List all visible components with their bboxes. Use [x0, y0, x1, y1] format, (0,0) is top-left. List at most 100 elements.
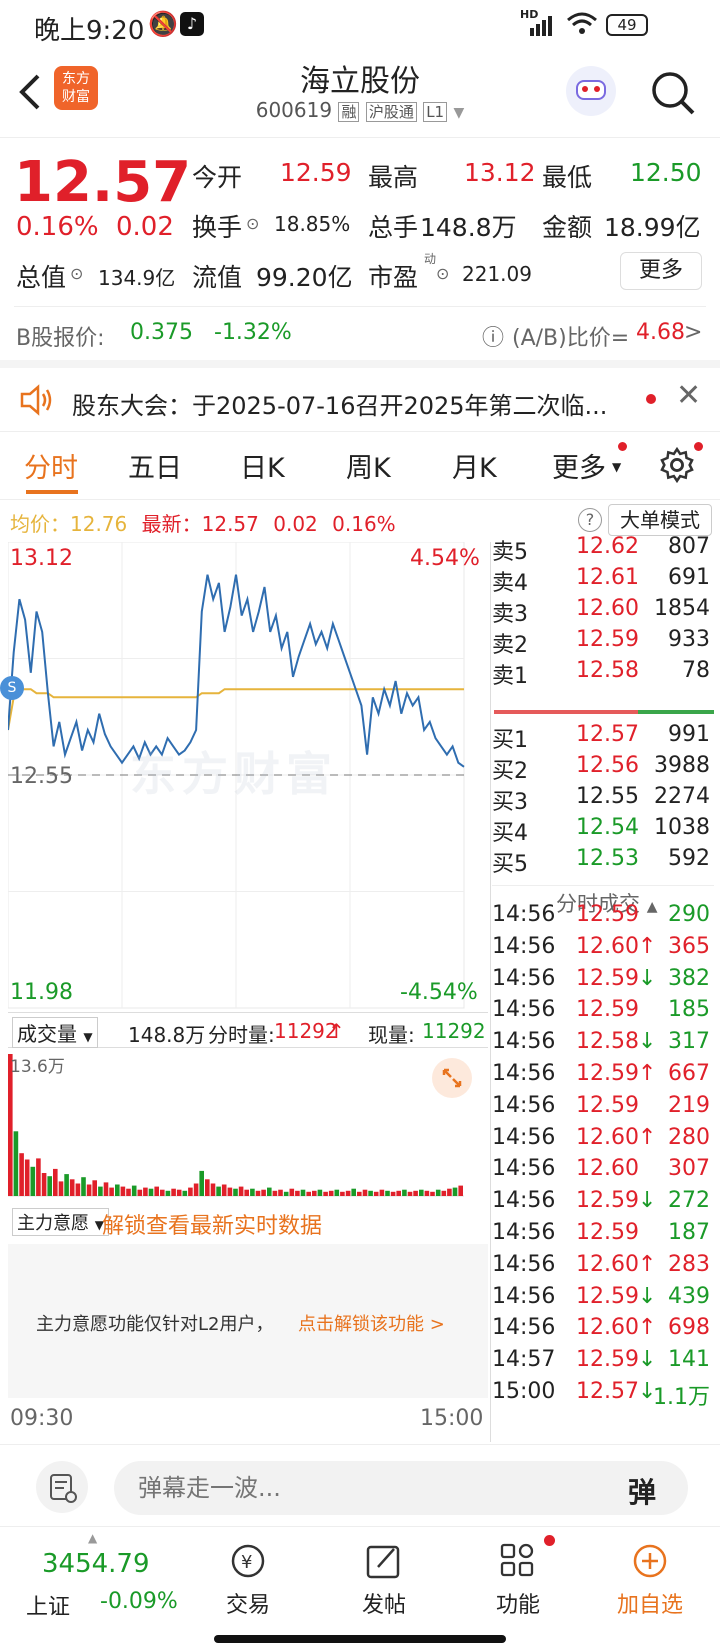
trade-price: 12.59	[576, 1188, 639, 1213]
bid-row[interactable]: 买4 12.54 1038	[492, 815, 714, 847]
tab-weekly[interactable]: 周K	[346, 446, 391, 485]
trade-arrow: ↑	[638, 934, 657, 959]
bid-row[interactable]: 买5 12.53 592	[492, 846, 714, 878]
close-icon[interactable]: ✕	[676, 378, 701, 413]
volume-bar	[238, 1186, 244, 1196]
mktcap-label: 总值	[16, 263, 67, 292]
trade-row: 14:56 12.60 ↑ 365	[492, 934, 714, 966]
ask-row[interactable]: 卖3 12.60 1854	[492, 596, 714, 628]
high-label: 最高	[368, 163, 419, 192]
tab-intraday[interactable]: 分时	[24, 446, 78, 485]
nav-add-watchlist[interactable]: 加自选	[600, 1541, 700, 1619]
bshare-price: 0.375	[130, 320, 193, 345]
volume-bar	[278, 1189, 283, 1196]
ob-price: 12.57	[576, 722, 639, 747]
tab-5day[interactable]: 五日	[128, 446, 182, 485]
trade-arrow: ↓	[638, 1284, 657, 1309]
ratio-arrow[interactable]: >	[684, 320, 702, 345]
volume-bar	[30, 1166, 36, 1196]
expand-icon[interactable]	[432, 1058, 472, 1098]
trade-arrow: ↑	[638, 1125, 657, 1150]
tab-monthly[interactable]: 月K	[452, 446, 497, 485]
nav-function[interactable]: 功能	[468, 1541, 568, 1619]
info-dots-icon-2[interactable]: ⊙	[70, 264, 83, 283]
trade-row: 14:56 12.60 ↑ 698	[492, 1315, 714, 1347]
x-end-label: 15:00	[420, 1406, 484, 1431]
stock-header: 东方 财富 海立股份 600619 融 沪股通 L1 ▼	[0, 52, 720, 138]
bid-row[interactable]: 买1 12.57 991	[492, 722, 714, 754]
trade-volume: 290	[668, 902, 710, 927]
trade-row: 14:56 12.58 ↓ 317	[492, 1029, 714, 1061]
trade-row: 15:00 12.57 ↓ 1.1万	[492, 1379, 714, 1411]
current-volume-label: 现量:	[368, 1023, 415, 1047]
volume-label: 总手	[368, 213, 419, 242]
robot-avatar[interactable]	[566, 66, 616, 116]
volume-bar	[334, 1189, 340, 1196]
nav-post[interactable]: 发帖	[334, 1541, 434, 1619]
volume-bar	[143, 1187, 148, 1196]
help-icon[interactable]: ⓘ	[482, 320, 504, 352]
notice-bar[interactable]: 股东大会：于2025-07-16召开2025年第二次临... ✕	[0, 360, 720, 432]
volume-bar	[267, 1187, 272, 1196]
ob-price: 12.53	[576, 846, 639, 871]
trade-volume: 307	[668, 1156, 710, 1181]
settings-gear-icon[interactable]	[658, 446, 696, 484]
trade-volume: 283	[668, 1252, 710, 1277]
volume-chart[interactable]	[8, 1050, 488, 1200]
pct-min-label: -4.54%	[400, 980, 478, 1005]
volume-selector[interactable]: 成交量 ▼	[12, 1017, 98, 1048]
danmaku-button[interactable]: 弹	[628, 1471, 656, 1511]
trade-price: 12.60	[576, 1156, 639, 1181]
tab-daily[interactable]: 日K	[240, 446, 285, 485]
volume-bar	[98, 1186, 103, 1196]
message-list-icon[interactable]	[36, 1461, 88, 1513]
index-name[interactable]: 上证	[26, 1589, 70, 1621]
index-change[interactable]: -0.09%	[100, 1589, 178, 1614]
volume-bar	[379, 1189, 385, 1196]
volume-bar	[131, 1185, 137, 1196]
main-intent-selector[interactable]: 主力意愿 ▼	[12, 1208, 109, 1236]
notice-text[interactable]: 股东大会：于2025-07-16召开2025年第二次临...	[72, 386, 607, 421]
ob-label: 卖1	[492, 664, 528, 689]
bid-row[interactable]: 买3 12.55 2274	[492, 784, 714, 816]
ask-row[interactable]: 卖2 12.59 933	[492, 627, 714, 659]
trade-volume: 667	[668, 1061, 710, 1086]
comment-input[interactable]	[114, 1461, 688, 1515]
info-dots-icon-3[interactable]: ⊙	[436, 264, 449, 283]
change-pct: 0.16%	[16, 212, 99, 242]
volume-bar	[272, 1190, 278, 1196]
bid-row[interactable]: 买2 12.56 3988	[492, 753, 714, 785]
index-value[interactable]: 3454.79	[42, 1549, 150, 1579]
tab-more[interactable]: 更多	[552, 446, 606, 485]
ob-volume: 1854	[654, 596, 710, 621]
volume-bar	[165, 1190, 171, 1196]
info-dots-icon[interactable]: ⊙	[246, 214, 259, 233]
volume-bar	[283, 1191, 289, 1196]
ask-row[interactable]: 卖1 12.58 78	[492, 658, 714, 690]
more-button[interactable]: 更多	[620, 252, 702, 290]
help-circle-icon[interactable]: ?	[578, 508, 602, 532]
trade-price: 12.60	[576, 1125, 639, 1150]
trade-arrow: ↓	[638, 1347, 657, 1372]
ob-price: 12.55	[576, 784, 639, 809]
volume-bar	[109, 1187, 114, 1196]
search-icon[interactable]	[650, 70, 696, 116]
dropdown-icon[interactable]: ▼	[453, 105, 464, 121]
nav-trade[interactable]: ¥ 交易	[198, 1541, 298, 1619]
tag-connect: 沪股通	[365, 102, 417, 122]
l2-unlock-link[interactable]: 点击解锁该功能 >	[298, 1310, 445, 1336]
mktcap-value: 134.9亿	[98, 266, 176, 290]
ob-label: 买3	[492, 790, 528, 815]
total-volume: 148.8万	[128, 1023, 206, 1047]
s-marker-icon[interactable]: S	[0, 676, 24, 700]
trade-price: 12.59	[576, 1061, 639, 1086]
status-bar: 晚上9:20 🔕 ♪ HD 49	[0, 0, 720, 52]
big-order-mode-button[interactable]: 大单模式	[608, 504, 712, 536]
volume-bar	[295, 1190, 300, 1196]
unlock-link[interactable]: 解锁查看最新实时数据	[102, 1208, 322, 1240]
ask-row[interactable]: 卖4 12.61 691	[492, 565, 714, 597]
ratio-value: 4.68	[636, 320, 685, 345]
divider	[14, 306, 706, 307]
volume-bar	[103, 1182, 109, 1196]
ask-row[interactable]: 卖5 12.62 807	[492, 534, 714, 566]
